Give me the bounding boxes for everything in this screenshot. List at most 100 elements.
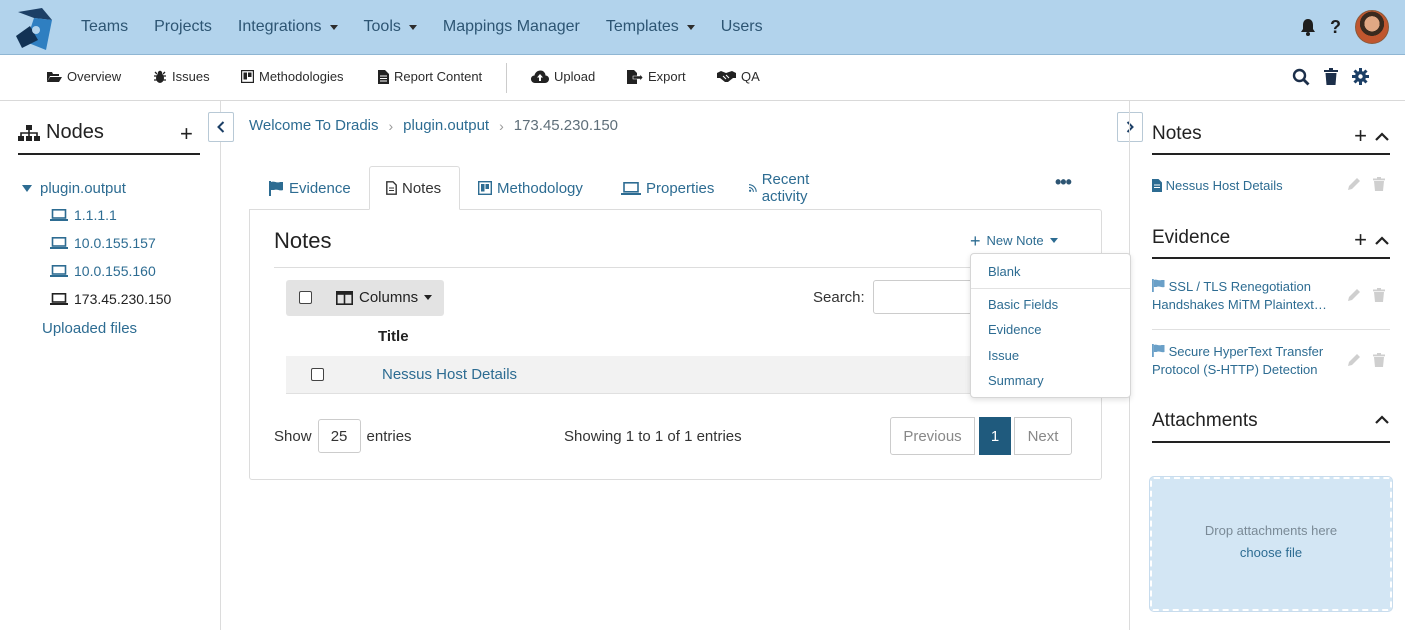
pencil-icon[interactable] <box>1347 177 1361 191</box>
page-1-button[interactable]: 1 <box>979 417 1011 455</box>
add-note-button[interactable]: + <box>1354 123 1367 149</box>
caret-down-icon <box>408 24 417 30</box>
laptop-icon <box>50 209 68 221</box>
nav-teams[interactable]: Teams <box>68 18 141 36</box>
nav-projects-label: Projects <box>154 18 212 35</box>
upload-link[interactable]: Upload <box>531 69 595 84</box>
sidebar-note-label: Nessus Host Details <box>1165 178 1283 193</box>
nav-integrations[interactable]: Integrations <box>225 18 351 36</box>
avatar[interactable] <box>1355 10 1389 44</box>
export-link[interactable]: Export <box>627 69 686 84</box>
table-toolbar: Columns <box>286 280 444 316</box>
nav-mappings-manager[interactable]: Mappings Manager <box>430 18 593 36</box>
top-right-actions: ? <box>1300 10 1389 44</box>
main-menu: Teams Projects Integrations Tools Mappin… <box>68 0 776 54</box>
evidence-section-title: Evidence <box>1152 227 1231 248</box>
tree-node-label: 10.0.155.157 <box>74 235 156 251</box>
breadcrumb-parent[interactable]: plugin.output <box>403 117 489 134</box>
methodologies-link[interactable]: Methodologies <box>241 69 344 84</box>
columns-icon <box>336 290 353 305</box>
nodes-title: Nodes <box>46 121 104 143</box>
previous-page-button[interactable]: Previous <box>890 417 975 455</box>
add-node-button[interactable]: + <box>180 121 193 147</box>
help-icon[interactable]: ? <box>1330 17 1341 38</box>
title-column-header[interactable]: Title <box>378 328 409 345</box>
issues-link[interactable]: Issues <box>153 69 210 84</box>
breadcrumb-separator: › <box>388 117 394 134</box>
trash-icon[interactable] <box>1373 288 1385 302</box>
rss-icon <box>749 184 757 192</box>
menu-item-issue[interactable]: Issue <box>988 348 1019 363</box>
new-note-button[interactable]: + New Note <box>970 232 1058 250</box>
flag-icon <box>1152 279 1165 292</box>
overview-link[interactable]: Overview <box>46 69 121 84</box>
tree-node-3[interactable]: 10.0.155.160 <box>50 263 156 279</box>
gear-icon[interactable] <box>1352 68 1369 85</box>
chevron-up-icon[interactable] <box>1375 131 1389 141</box>
nodes-divider <box>18 153 200 155</box>
notes-section-title: Notes <box>1152 123 1202 144</box>
sitemap-icon <box>18 124 40 141</box>
evidence-actions <box>1347 288 1385 302</box>
nav-templates[interactable]: Templates <box>593 18 708 36</box>
pencil-icon[interactable] <box>1347 288 1361 302</box>
search-input[interactable] <box>873 280 983 314</box>
sidebar-note-item[interactable]: Nessus Host Details <box>1152 177 1342 195</box>
new-note-label: New Note <box>986 233 1044 248</box>
sidebar-evidence-item[interactable]: Secure HyperText Transfer Protocol (S-HT… <box>1152 343 1342 379</box>
tree-node-2[interactable]: 10.0.155.157 <box>50 235 156 251</box>
qa-link[interactable]: QA <box>717 69 760 84</box>
bell-icon[interactable] <box>1300 18 1316 36</box>
note-title-link[interactable]: Nessus Host Details <box>382 366 517 383</box>
trash-icon[interactable] <box>1373 177 1385 191</box>
upload-label: Upload <box>554 69 596 84</box>
caret-down-icon[interactable] <box>22 185 32 192</box>
sidebar-evidence-label: SSL / TLS Renegotiation Handshakes MiTM … <box>1152 279 1327 312</box>
trash-icon[interactable] <box>1373 353 1385 367</box>
tree-root-node[interactable]: plugin.output <box>22 180 126 197</box>
nav-tools[interactable]: Tools <box>351 18 430 36</box>
report-content-link[interactable]: Report Content <box>378 69 482 84</box>
pencil-icon[interactable] <box>1347 353 1361 367</box>
select-all-checkbox[interactable] <box>299 291 312 304</box>
next-page-button[interactable]: Next <box>1014 417 1072 455</box>
row-checkbox[interactable] <box>311 368 324 381</box>
menu-item-blank[interactable]: Blank <box>988 264 1021 279</box>
export-label: Export <box>648 69 686 84</box>
toolbar-divider <box>506 63 507 93</box>
dradis-logo[interactable] <box>12 6 56 52</box>
nav-tools-label: Tools <box>363 18 401 35</box>
nav-projects[interactable]: Projects <box>141 18 225 36</box>
choose-file-link[interactable]: choose file <box>1152 545 1390 560</box>
menu-item-basic-fields[interactable]: Basic Fields <box>988 297 1058 312</box>
notes-panel-divider <box>274 267 1078 268</box>
breadcrumb-home[interactable]: Welcome To Dradis <box>249 117 379 134</box>
menu-item-evidence[interactable]: Evidence <box>988 322 1041 337</box>
collapse-left-button[interactable] <box>208 112 234 142</box>
tab-notes[interactable]: Notes <box>369 166 460 210</box>
trash-icon[interactable] <box>1324 68 1338 85</box>
search-icon[interactable] <box>1292 68 1310 86</box>
attachments-dropzone[interactable]: Drop attachments here choose file <box>1149 476 1393 612</box>
columns-button[interactable]: Columns <box>336 289 433 306</box>
board-icon <box>478 181 492 195</box>
uploaded-files-link[interactable]: Uploaded files <box>42 320 137 337</box>
board-icon <box>241 70 254 83</box>
tab-recent-activity[interactable]: Recent activity <box>749 166 816 210</box>
chevron-up-icon[interactable] <box>1375 235 1389 245</box>
more-options-button[interactable]: ••• <box>1055 172 1072 193</box>
chevron-up-icon[interactable] <box>1375 415 1389 424</box>
sidebar-evidence-label: Secure HyperText Transfer Protocol (S-HT… <box>1152 344 1324 377</box>
page-size-select[interactable]: 25 <box>317 419 361 453</box>
tab-methodology[interactable]: Methodology <box>478 166 583 210</box>
tab-properties[interactable]: Properties <box>621 166 714 210</box>
caret-down-icon <box>1049 238 1058 243</box>
tree-node-4-selected[interactable]: 173.45.230.150 <box>50 291 171 307</box>
sidebar-evidence-item[interactable]: SSL / TLS Renegotiation Handshakes MiTM … <box>1152 278 1342 314</box>
add-evidence-button[interactable]: + <box>1354 227 1367 253</box>
bug-icon <box>154 70 166 83</box>
menu-item-summary[interactable]: Summary <box>988 373 1044 388</box>
tree-node-1[interactable]: 1.1.1.1 <box>50 207 117 223</box>
nav-users[interactable]: Users <box>708 18 776 36</box>
tab-evidence[interactable]: Evidence <box>269 166 351 210</box>
